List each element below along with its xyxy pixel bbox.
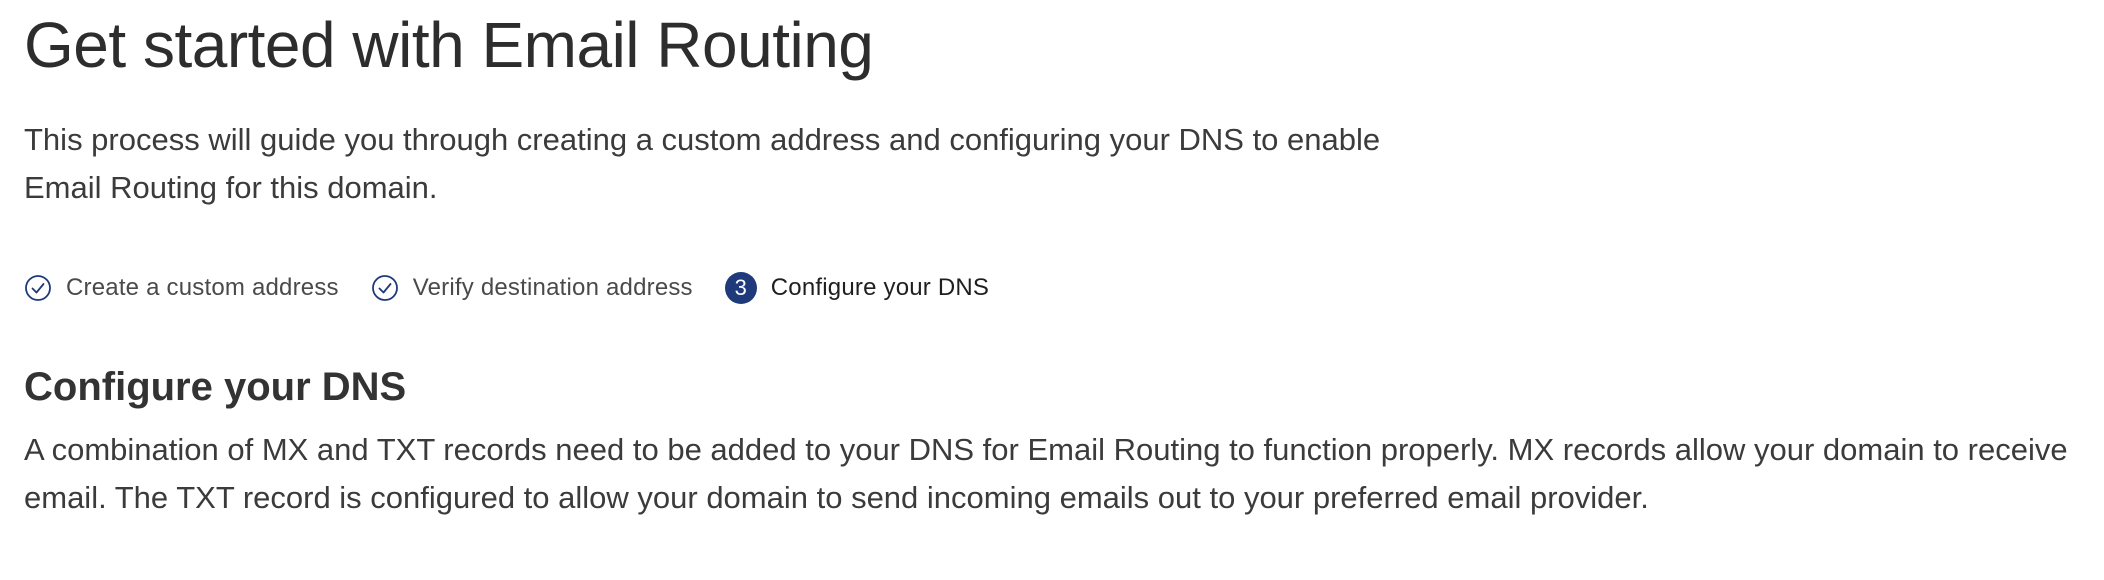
step-label: Configure your DNS — [770, 274, 990, 301]
step-create-custom-address[interactable]: Create a custom address — [24, 272, 339, 304]
step-configure-dns[interactable]: 3 Configure your DNS — [724, 272, 990, 304]
progress-stepper: Create a custom address Verify destinati… — [24, 270, 2104, 306]
section-description: A combination of MX and TXT records need… — [24, 432, 2068, 515]
section-title: Configure your DNS — [24, 365, 407, 409]
step-verify-destination-address[interactable]: Verify destination address — [371, 272, 693, 304]
page-title: Get started with Email Routing — [24, 9, 874, 81]
check-circle-icon — [371, 274, 399, 302]
step-label: Verify destination address — [412, 274, 693, 301]
intro-text: This process will guide you through crea… — [24, 122, 1381, 205]
step-label: Create a custom address — [66, 274, 339, 301]
email-routing-setup-page: Get started with Email Routing This proc… — [0, 0, 2104, 580]
step-number-badge: 3 — [724, 272, 757, 304]
check-circle-icon — [24, 274, 52, 302]
